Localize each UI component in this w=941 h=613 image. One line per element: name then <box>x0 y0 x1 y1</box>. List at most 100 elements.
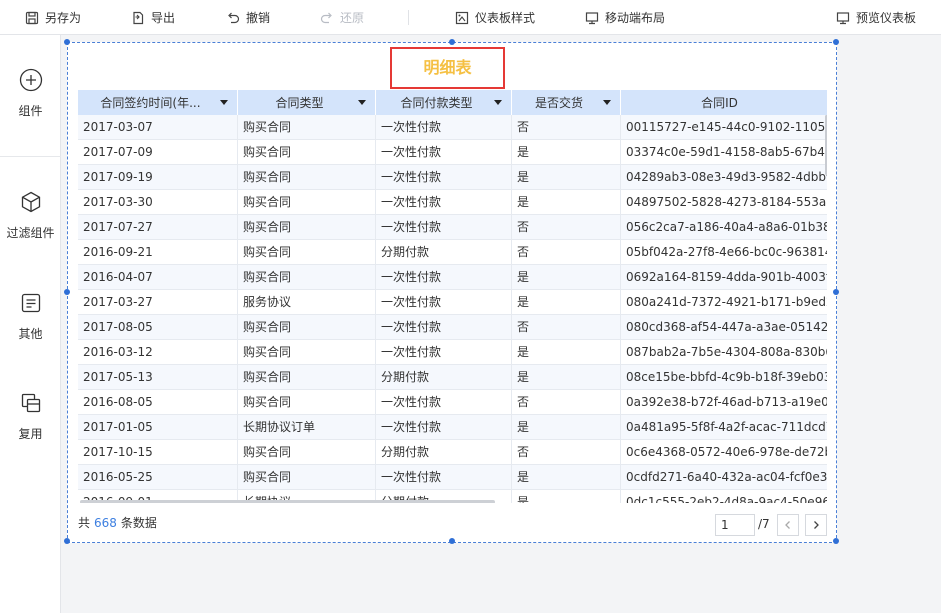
filter-components-button[interactable]: 过滤组件 <box>0 190 61 241</box>
detail-table[interactable]: 合同签约时间(年... 合同类型 合同付款类型 是否交货 合同ID 2017-03-07… <box>78 90 827 503</box>
cell-payment-type: 分期付款 <box>376 440 512 465</box>
cell-contract-date: 2016-08-05 <box>78 390 238 415</box>
table-row[interactable]: 2016-05-25 购买合同 一次性付款是 0cdfd271-6a40-432a-a… <box>78 465 827 490</box>
cell-contract-date: 2017-08-05 <box>78 315 238 340</box>
cell-contract-date: 2017-05-13 <box>78 365 238 390</box>
preview-dashboard-button[interactable]: 预览仪表板 <box>836 0 916 35</box>
cell-contract-type: 购买合同 <box>238 265 376 290</box>
header-col-payment-type[interactable]: 合同付款类型 <box>376 90 512 115</box>
cell-delivered: 否 <box>512 390 621 415</box>
table-row[interactable]: 2017-03-27 服务协议 一次性付款是 080a241d-7372-4921-b… <box>78 290 827 315</box>
prev-page-button[interactable] <box>777 514 799 536</box>
table-row[interactable]: 2017-10-15 购买合同 分期付款否 0c6e4368-0572-40e6-97… <box>78 440 827 465</box>
cell-delivered: 是 <box>512 265 621 290</box>
table-row[interactable]: 2017-03-30 购买合同 一次性付款是 04897502-5828-4273-8… <box>78 190 827 215</box>
components-button[interactable]: 组件 <box>0 68 61 119</box>
toolbar-divider <box>408 10 409 25</box>
resize-handle-bottom-left[interactable] <box>64 538 70 544</box>
cell-delivered: 是 <box>512 340 621 365</box>
cell-contract-id: 0692a164-8159-4dda-901b-4003f4 <box>621 265 827 290</box>
table-row[interactable]: 2017-07-09 购买合同 一次性付款是 03374c0e-59d1-4158-8… <box>78 140 827 165</box>
cell-payment-type: 一次性付款 <box>376 115 512 140</box>
left-panel-divider <box>0 156 61 157</box>
chevron-right-icon <box>814 521 819 529</box>
cell-payment-type: 一次性付款 <box>376 215 512 240</box>
export-button[interactable]: 导出 <box>131 0 175 35</box>
row-count: 共 668 条数据 <box>78 514 157 531</box>
redo-label: 还原 <box>340 11 365 25</box>
vertical-scrollbar[interactable] <box>825 115 827 175</box>
table-row[interactable]: 2017-03-07 购买合同 一次性付款否 00115727-e145-44c0-9… <box>78 115 827 140</box>
cell-contract-date: 2017-07-09 <box>78 140 238 165</box>
cell-contract-type: 购买合同 <box>238 140 376 165</box>
cell-payment-type: 一次性付款 <box>376 315 512 340</box>
cell-contract-id: 0dc1c555-2eb2-4d8a-9ac4-50e966 <box>621 490 827 503</box>
cell-contract-id: 0a481a95-5f8f-4a2f-acac-711dcd7 <box>621 415 827 440</box>
resize-handle-bottom[interactable] <box>449 538 455 544</box>
sort-dropdown-icon[interactable] <box>358 100 366 105</box>
cell-delivered: 是 <box>512 365 621 390</box>
cell-contract-type: 购买合同 <box>238 365 376 390</box>
sort-dropdown-icon[interactable] <box>603 100 611 105</box>
header-col-contract-date[interactable]: 合同签约时间(年... <box>78 90 238 115</box>
table-row[interactable]: 2017-05-13 购买合同 分期付款是 08ce15be-bbfd-4c9b-b1… <box>78 365 827 390</box>
header-label: 合同ID <box>701 96 738 110</box>
table-row[interactable]: 2016-03-12 购买合同 一次性付款是 087bab2a-7b5e-4304-8… <box>78 340 827 365</box>
reuse-button[interactable]: 复用 <box>0 391 61 442</box>
cell-delivered: 否 <box>512 215 621 240</box>
table-row[interactable]: 2016-09-21 购买合同 分期付款否 05bf042a-27f8-4e66-bc… <box>78 240 827 265</box>
table-row[interactable]: 2016-04-07 购买合同 一次性付款是 0692a164-8159-4dda-9… <box>78 265 827 290</box>
reuse-label: 复用 <box>18 427 43 441</box>
cell-contract-date: 2017-03-27 <box>78 290 238 315</box>
horizontal-scrollbar[interactable] <box>80 500 495 503</box>
page-number-input[interactable] <box>715 514 755 536</box>
table-row[interactable]: 2017-01-05 长期协议订单 一次性付款是 0a481a95-5f8f-4a2f… <box>78 415 827 440</box>
table-row[interactable]: 2017-08-05 购买合同 一次性付款否 080cd368-af54-447a-a… <box>78 315 827 340</box>
table-row[interactable]: 2017-07-27 购买合同 一次性付款否 056c2ca7-a186-40a4-a… <box>78 215 827 240</box>
next-page-button[interactable] <box>805 514 827 536</box>
others-label: 其他 <box>18 327 43 341</box>
cell-contract-id: 00115727-e145-44c0-9102-110523 <box>621 115 827 140</box>
header-label: 合同类型 <box>275 96 324 110</box>
header-label: 合同签约时间(年... <box>100 96 201 110</box>
header-col-contract-type[interactable]: 合同类型 <box>238 90 376 115</box>
header-col-delivered[interactable]: 是否交货 <box>512 90 621 115</box>
save-as-label: 另存为 <box>45 11 82 25</box>
widget-title: 明细表 <box>423 58 472 77</box>
resize-handle-top-left[interactable] <box>64 39 70 45</box>
cell-payment-type: 一次性付款 <box>376 140 512 165</box>
resize-handle-right[interactable] <box>833 289 839 295</box>
table-row[interactable]: 2017-09-19 购买合同 一次性付款是 04289ab3-08e3-49d3-9… <box>78 165 827 190</box>
redo-button[interactable]: 还原 <box>320 0 364 35</box>
resize-handle-left[interactable] <box>64 289 70 295</box>
cell-contract-id: 080cd368-af54-447a-a3ae-051425e <box>621 315 827 340</box>
save-as-button[interactable]: 另存为 <box>25 0 81 35</box>
cell-payment-type: 一次性付款 <box>376 290 512 315</box>
mobile-layout-button[interactable]: 移动端布局 <box>585 0 665 35</box>
undo-button[interactable]: 撤销 <box>226 0 270 35</box>
resize-handle-top-right[interactable] <box>833 39 839 45</box>
table-row[interactable]: 2016-08-05 购买合同 一次性付款否 0a392e38-b72f-46ad-b… <box>78 390 827 415</box>
monitor-icon <box>836 11 850 24</box>
cell-contract-date: 2016-03-12 <box>78 340 238 365</box>
cell-contract-date: 2016-04-07 <box>78 265 238 290</box>
detail-table-widget[interactable]: 明细表 合同签约时间(年... 合同类型 合同付款类型 是否交货 合同ID 2017-0… <box>64 39 839 544</box>
sort-dropdown-icon[interactable] <box>220 100 228 105</box>
resize-handle-top[interactable] <box>449 39 455 45</box>
cell-contract-type: 购买合同 <box>238 465 376 490</box>
header-label: 合同付款类型 <box>400 96 473 110</box>
others-button[interactable]: 其他 <box>0 291 61 342</box>
cell-contract-date: 2017-03-07 <box>78 115 238 140</box>
cell-payment-type: 分期付款 <box>376 240 512 265</box>
cell-payment-type: 一次性付款 <box>376 165 512 190</box>
copy-icon <box>21 393 40 413</box>
header-col-contract-id[interactable]: 合同ID <box>621 90 827 115</box>
cell-contract-id: 0c6e4368-0572-40e6-978e-de72b8 <box>621 440 827 465</box>
cell-delivered: 否 <box>512 440 621 465</box>
cell-contract-date: 2016-09-21 <box>78 240 238 265</box>
dashboard-style-button[interactable]: 仪表板样式 <box>455 0 535 35</box>
cell-delivered: 是 <box>512 190 621 215</box>
sort-dropdown-icon[interactable] <box>494 100 502 105</box>
resize-handle-bottom-right[interactable] <box>833 538 839 544</box>
cell-payment-type: 一次性付款 <box>376 415 512 440</box>
